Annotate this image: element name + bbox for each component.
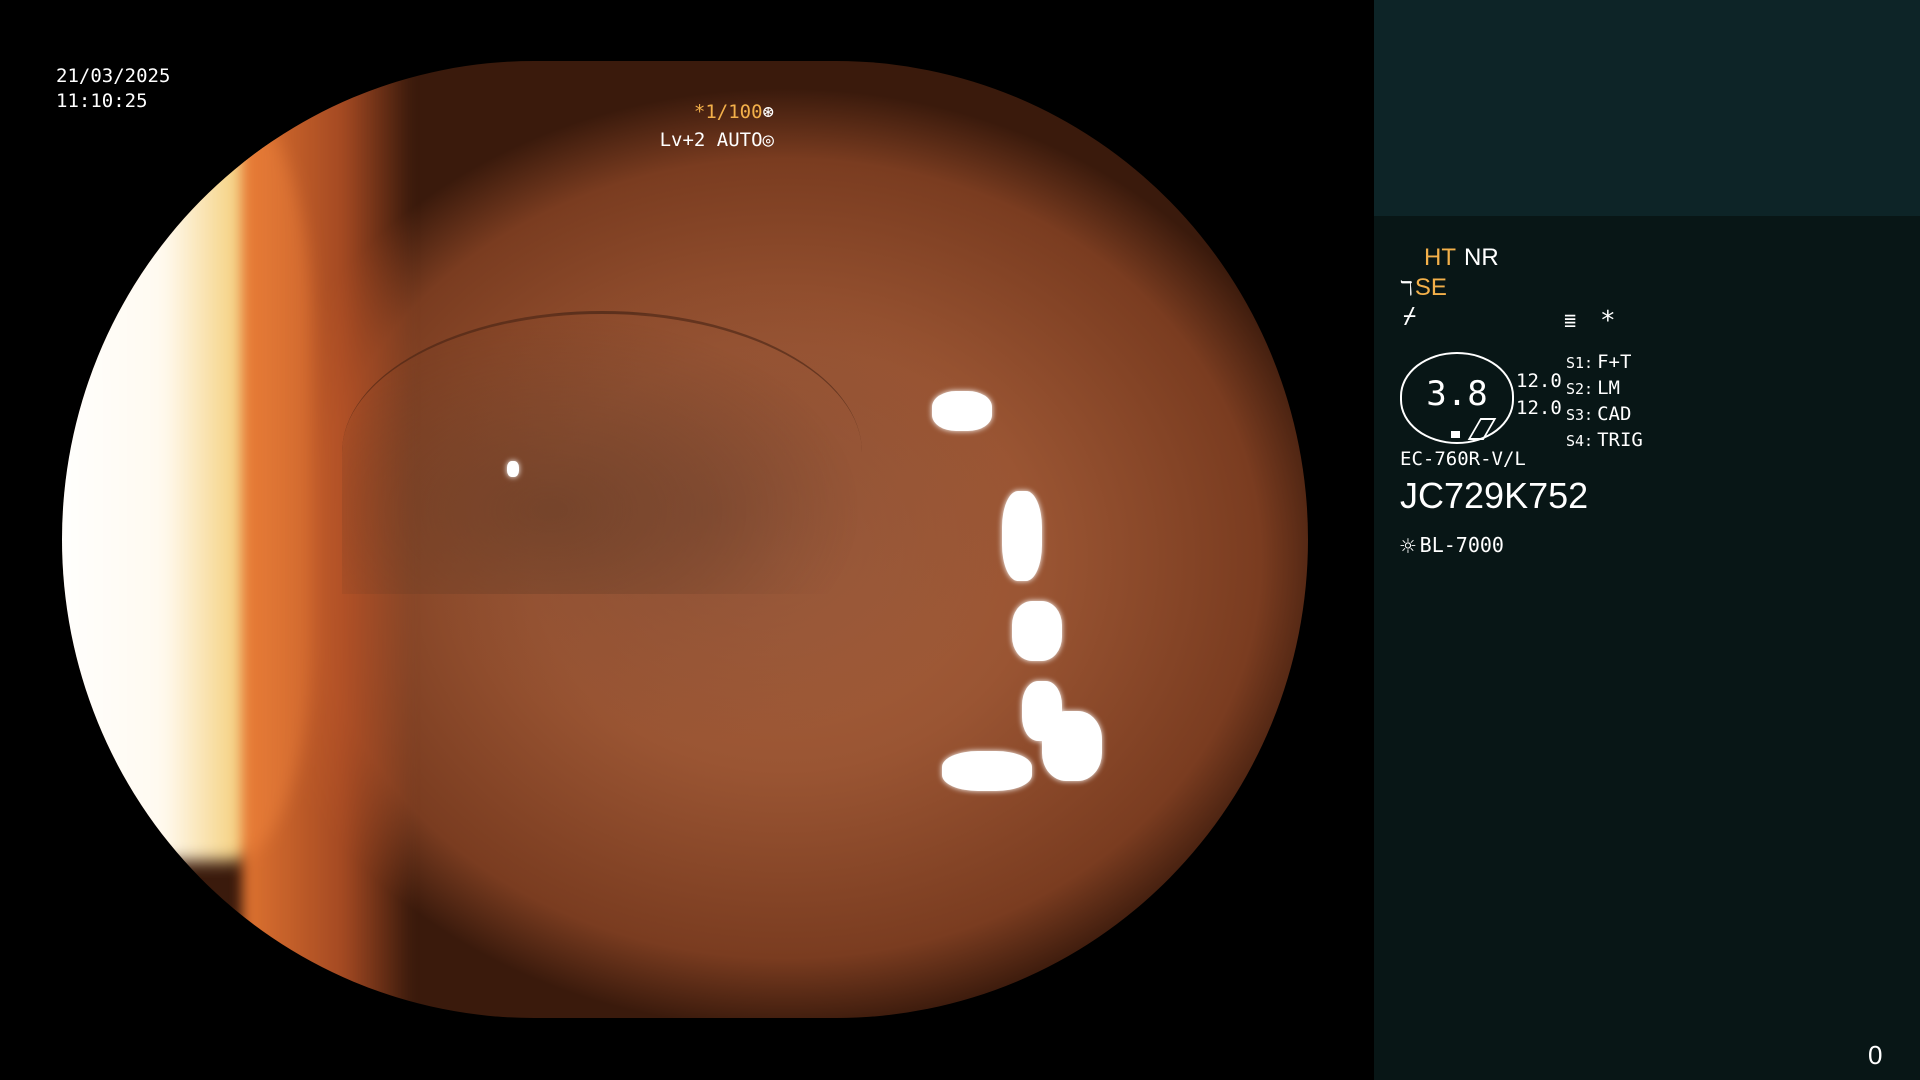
gauge-bottom-value: 12.0 — [1516, 397, 1562, 419]
switch-item: S3: CAD — [1566, 403, 1632, 425]
gauge-marker-icon — [1451, 431, 1460, 438]
switch-list: S1: F+T S2: LM S3: CAD S4: TRIG — [1566, 350, 1643, 454]
switch-item: S1: F+T — [1566, 351, 1632, 373]
gauge-top-value: 12.0 — [1516, 370, 1562, 392]
target-icon: ◎ — [762, 129, 774, 151]
specular-reflection — [1042, 711, 1102, 781]
slope-icon: ⌿ — [1403, 304, 1417, 329]
timestamp: 21/03/2025 11:10:25 — [56, 64, 170, 114]
se-mode: ℸSE — [1400, 274, 1447, 302]
sun-icon: ☼ — [1400, 532, 1416, 562]
time-text: 11:10:25 — [56, 90, 148, 112]
shutter-text: *1/100 — [693, 101, 763, 123]
specular-reflection — [507, 461, 519, 477]
shutter-speed: *1/100⊛ — [660, 98, 774, 126]
hand-icon: ℸ — [1400, 278, 1413, 300]
gauge-value: 3.8 — [1426, 374, 1488, 414]
scope-serial: JC729K752 — [1400, 475, 1589, 516]
endoscopy-view: 21/03/2025 11:10:25 *1/100⊛ Lv+2 AUTO◎ — [0, 0, 1374, 1080]
specular-reflection — [932, 391, 992, 431]
image-counter: 0 — [1868, 1040, 1883, 1070]
date-text: 21/03/2025 — [56, 65, 171, 87]
light-source: ☼ BL-7000 — [1400, 532, 1504, 562]
enhancement-modes: HT NR — [1424, 244, 1499, 272]
switch-item: S4: TRIG — [1566, 429, 1643, 451]
switch-item: S2: LM — [1566, 377, 1620, 399]
ht-label: HT — [1424, 244, 1456, 271]
iris-mode: Lv+2 AUTO◎ — [660, 126, 774, 154]
scope-model: EC-760R-V/L — [1400, 448, 1526, 470]
gauge-display: 3.8 — [1400, 352, 1514, 444]
star-icon: * — [1600, 306, 1616, 336]
specular-reflection — [1002, 491, 1042, 581]
menu-icon: ≣ — [1564, 308, 1577, 332]
nr-label: NR — [1464, 244, 1499, 271]
patient-info-box — [1374, 0, 1920, 216]
iris-text: Lv+2 AUTO — [659, 129, 763, 151]
se-label: SE — [1414, 274, 1447, 301]
specular-reflection — [1012, 601, 1062, 661]
mucosal-fold — [342, 311, 862, 594]
light-source-label: BL-7000 — [1419, 533, 1504, 557]
endoscope-image — [62, 61, 1308, 1018]
exposure-info: *1/100⊛ Lv+2 AUTO◎ — [660, 98, 774, 154]
aperture-icon: ⊛ — [762, 101, 774, 123]
specular-reflection — [942, 751, 1032, 791]
